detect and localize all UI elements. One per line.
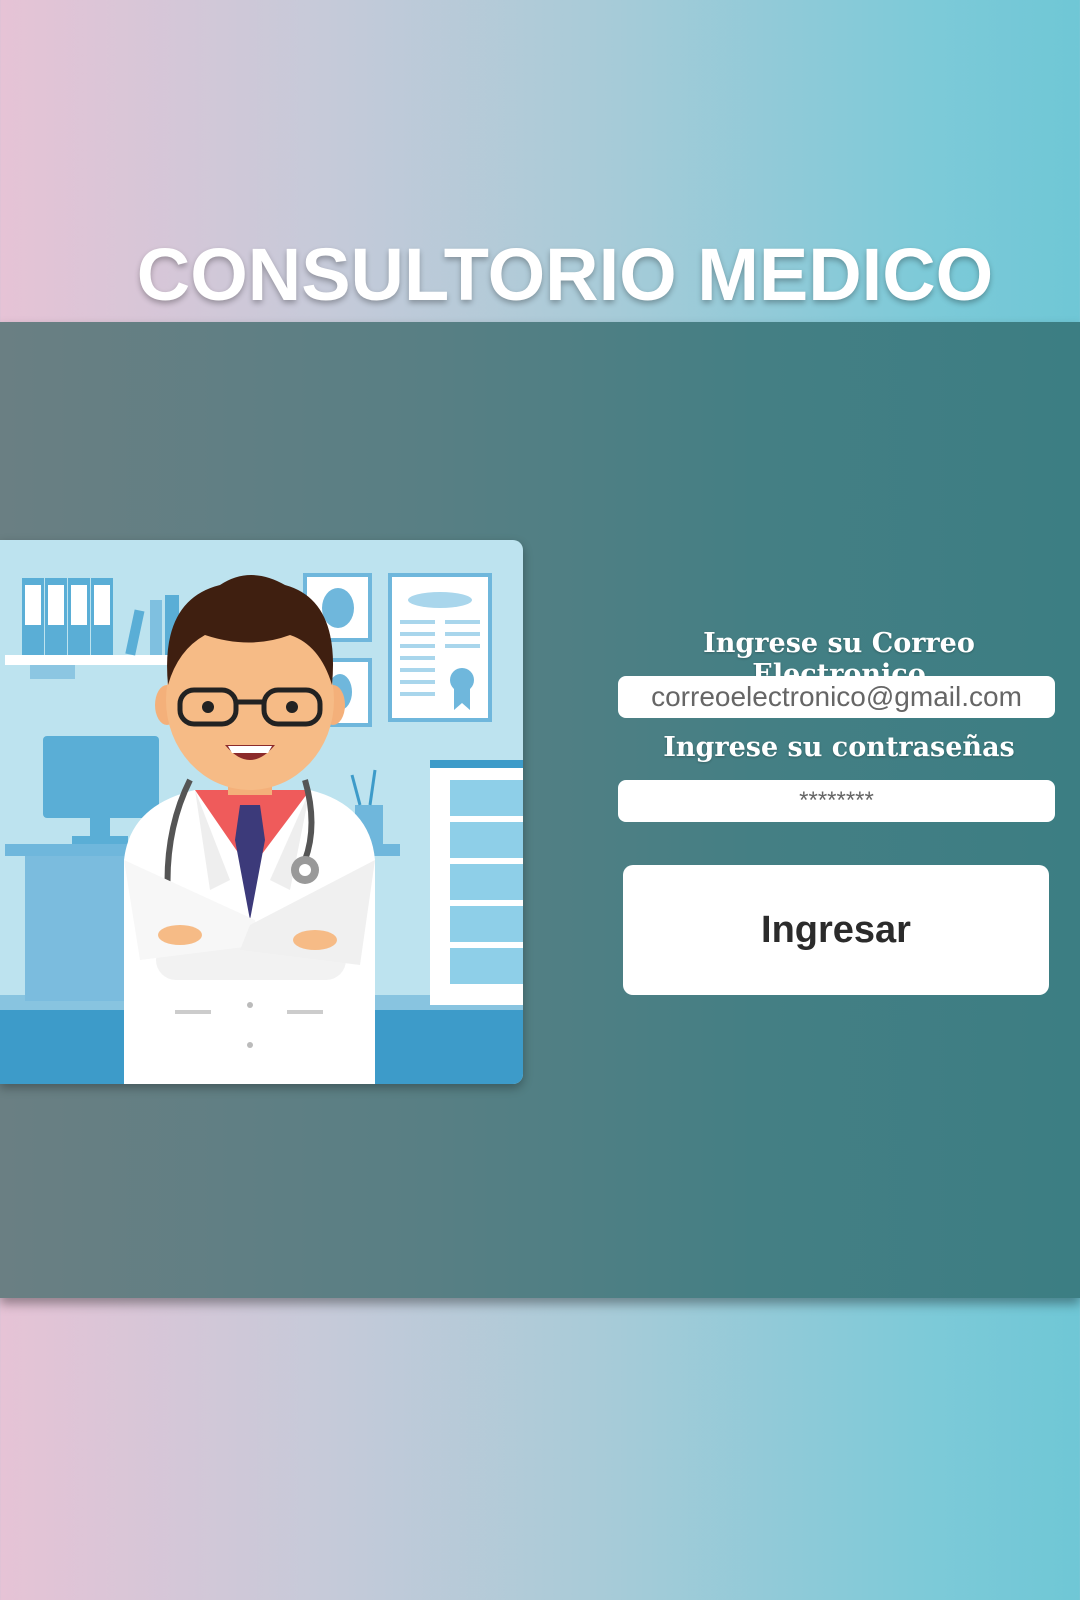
doctor-illustration bbox=[0, 540, 523, 1084]
password-field[interactable] bbox=[618, 780, 1055, 822]
login-button[interactable]: Ingresar bbox=[623, 865, 1049, 995]
page-title: CONSULTORIO MEDICO bbox=[136, 233, 994, 316]
password-label: Ingrese su contraseñas bbox=[663, 732, 1015, 763]
email-field[interactable] bbox=[618, 676, 1055, 718]
